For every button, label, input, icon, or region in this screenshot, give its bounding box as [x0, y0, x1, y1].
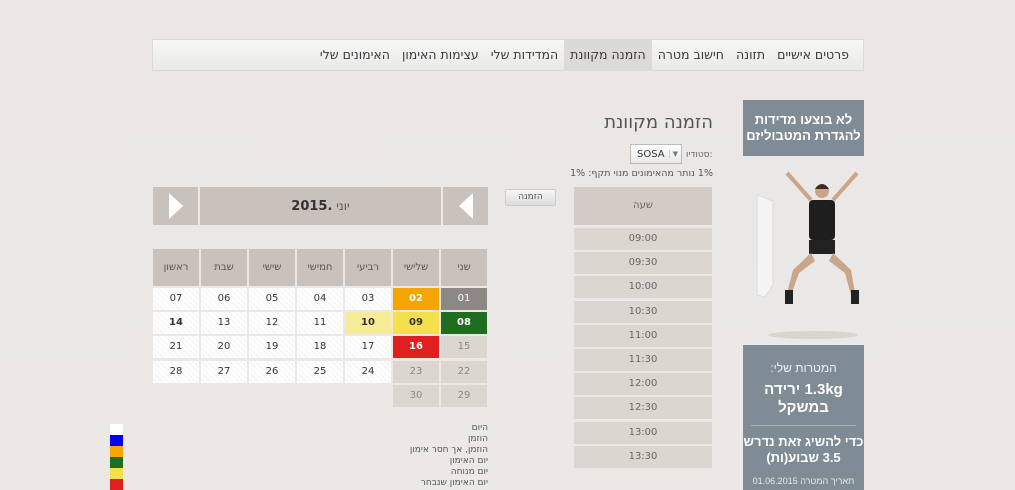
calendar-day[interactable]: 01	[441, 288, 487, 310]
calendar-day[interactable]: 22	[441, 360, 487, 383]
calendar-day[interactable]: 15	[441, 336, 487, 359]
calendar-day[interactable]: 09	[393, 312, 439, 335]
legend-swatches	[110, 424, 123, 490]
weekday-header: שני	[441, 249, 487, 286]
calendar-day[interactable]: 18	[297, 336, 343, 359]
time-slot[interactable]: 10:00	[574, 276, 712, 299]
measurements-notice[interactable]: לא בוצעו מדידות להגדרת המטבוליזם	[743, 100, 864, 156]
calendar-day[interactable]: 19	[249, 336, 295, 359]
calendar-day[interactable]: 17	[345, 336, 391, 359]
legend-item: היום	[471, 423, 488, 433]
calendar-day[interactable]: 05	[249, 288, 295, 310]
legend-item: יום מנוחה	[450, 467, 488, 477]
top-nav: פרטים אישיים תזונה חישוב מטרה הזמנה מקוונת ה…	[152, 39, 864, 71]
calendar-day[interactable]: 16	[393, 336, 439, 359]
prev-month-button[interactable]	[443, 187, 488, 225]
goal-main: 1.3kg ירידה במשקל	[764, 381, 843, 416]
time-slot[interactable]: 12:00	[574, 373, 712, 396]
legend-swatch	[110, 479, 123, 490]
time-header: שעה	[574, 187, 712, 225]
time-slot[interactable]: 11:00	[574, 324, 712, 347]
weekday-header: שלישי	[393, 249, 439, 286]
legend-swatch	[110, 457, 123, 468]
weekday-header: ראשון	[153, 249, 199, 286]
studio-select[interactable]: SOSA ▼	[630, 144, 682, 164]
calendar-day[interactable]: 08	[441, 312, 487, 335]
legend-item: יום האימון	[449, 456, 488, 466]
legend-swatch	[110, 424, 123, 435]
time-slot[interactable]: 09:00	[574, 228, 712, 250]
calendar-day[interactable]: 25	[297, 360, 343, 383]
legend-swatch	[110, 468, 123, 479]
calendar-day[interactable]: 23	[393, 360, 439, 383]
weekday-header: שישי	[249, 249, 295, 286]
time-slot[interactable]: 13:00	[574, 421, 712, 444]
calendar-day[interactable]: 30	[393, 384, 439, 407]
legend-item: הוזמן	[467, 434, 488, 444]
time-slot[interactable]: 10:30	[574, 300, 712, 323]
time-slot[interactable]: 12:30	[574, 397, 712, 420]
nav-item[interactable]: המדידות שלי	[485, 39, 564, 71]
legend-item: הוזמן, אך חסר אימון	[409, 445, 488, 455]
remaining-text: 1% נותר מהאימונים מנוי תקף: 1%	[570, 168, 713, 179]
weekday-header: חמישי	[297, 249, 343, 286]
time-slot[interactable]: 13:30	[574, 445, 712, 468]
month-bar: 2015. יוני	[153, 187, 488, 225]
nav-item[interactable]: עצימות האימון	[396, 39, 485, 71]
calendar-day[interactable]: 04	[297, 288, 343, 310]
weekday-header: שבת	[201, 249, 247, 286]
time-slot[interactable]: 11:30	[574, 349, 712, 371]
calendar-day[interactable]: 29	[441, 384, 487, 407]
calendar-day[interactable]: 03	[345, 288, 391, 310]
nav-item[interactable]: הזמנה מקוונת	[564, 39, 652, 71]
nav-item[interactable]: האימונים שלי	[314, 39, 396, 71]
calendar-day[interactable]: 12	[249, 312, 295, 335]
calendar-day[interactable]: 26	[249, 360, 295, 383]
page-title: הזמנה מקוונת	[604, 112, 713, 133]
legend-text: היום הוזמן הוזמן, אך חסר אימון יום האימון יו…	[380, 423, 488, 489]
studio-value: SOSA	[637, 148, 665, 160]
nav-item[interactable]: חישוב מטרה	[652, 39, 730, 71]
month-year: 2015.	[291, 199, 333, 214]
goals-divider	[751, 425, 856, 426]
calendar-day[interactable]: 06	[201, 288, 247, 310]
calendar-day[interactable]: 21	[153, 336, 199, 359]
calendar-day[interactable]: 20	[201, 336, 247, 359]
chevron-down-icon: ▼	[668, 150, 678, 158]
month-name: יוני	[332, 199, 350, 213]
goal-sub: כדי להשיג זאת נדרש 3.5 שבוע(ות)	[743, 434, 864, 465]
legend-swatch	[110, 446, 123, 457]
goal-date: תאריך המטרה 01.06.2015	[752, 476, 855, 486]
nav-item[interactable]: פרטים אישיים	[771, 39, 855, 71]
next-month-button[interactable]	[153, 187, 198, 225]
nav-item[interactable]: תזונה	[730, 39, 771, 71]
month-title: 2015. יוני	[200, 187, 441, 225]
arrow-right-icon	[168, 193, 183, 219]
legend-item: יום האימון שנבחר	[420, 478, 488, 488]
calendar-day[interactable]: 28	[153, 360, 199, 383]
calendar-day[interactable]: 14	[153, 312, 199, 335]
legend-swatch	[110, 435, 123, 446]
goals-title: המטרות שלי:	[770, 361, 837, 375]
order-button[interactable]: הזמנה	[505, 189, 556, 206]
athlete-figure	[743, 165, 865, 340]
calendar-day[interactable]: 02	[393, 288, 439, 310]
calendar-day[interactable]: 27	[201, 360, 247, 383]
calendar-day[interactable]: 11	[297, 312, 343, 335]
weekday-header: רביעי	[345, 249, 391, 286]
calendar-day[interactable]: 10	[345, 312, 391, 335]
time-slot[interactable]: 09:30	[574, 252, 712, 275]
studio-label: סטודיו:	[686, 150, 713, 160]
calendar-day[interactable]: 13	[201, 312, 247, 335]
calendar-day[interactable]: 24	[345, 360, 391, 383]
arrow-left-icon	[458, 193, 473, 219]
goals-box: המטרות שלי: 1.3kg ירידה במשקל כדי להשיג …	[743, 345, 864, 490]
calendar-day[interactable]: 07	[153, 288, 199, 310]
